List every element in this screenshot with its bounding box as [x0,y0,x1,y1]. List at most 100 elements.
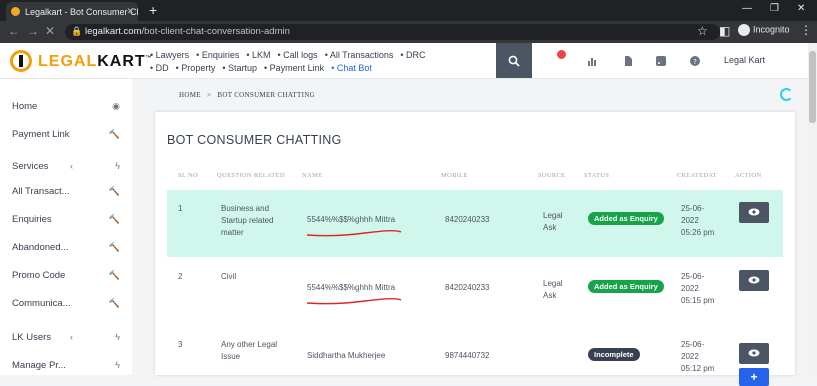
column-header-sl-no[interactable]: SL NO [178,172,198,179]
chevron-left-icon[interactable]: ‹ [70,161,73,171]
scrollbar-thumb[interactable] [809,51,816,123]
mobile-cell: 8420240233 [445,215,490,224]
bolt-icon: ϟ [115,332,120,342]
sidebar-item-promo-code[interactable]: Promo Code 🔨 [12,270,120,281]
side-panel-icon[interactable]: ◧ [719,24,730,38]
maximize-icon[interactable]: ❐ [770,3,779,14]
user-name[interactable]: Legal Kart [724,55,765,65]
status-badge: Added as Enquiry [588,280,664,293]
sidebar-item-lk-users[interactable]: LK Users ‹ ϟ [12,332,120,343]
sidebar-item-payment-link[interactable]: Payment Link 🔨 [12,129,120,140]
page-title: BOT CONSUMER CHATTING [167,133,342,147]
table-row: 2 Civil 5544%%$$%ghhh Mittra 8420240233 Lega… [167,258,783,325]
column-header-action[interactable]: ACTION [735,172,761,179]
file-icon[interactable] [623,56,633,66]
bolt-icon: ϟ [115,161,120,171]
nav-item-startup[interactable]: • Startup [222,63,257,73]
minimize-icon[interactable]: — [742,3,752,14]
eye-icon [748,276,760,284]
sidebar-item-communica[interactable]: Communica... 🔨 [12,298,120,309]
back-icon[interactable]: ← [8,24,20,38]
source-cell: Legal Ask [543,279,563,300]
sidebar-item-enquiries[interactable]: Enquiries 🔨 [12,214,120,225]
incognito-indicator[interactable]: Incognito [738,24,790,36]
question-cell: Civil [221,272,237,281]
notification-dot[interactable] [557,50,566,59]
chat-list-card: BOT CONSUMER CHATTING SL NO QUESTION RELA… [155,112,795,386]
sidebar-item-services[interactable]: Services ‹ ϟ [12,161,120,172]
page-scrollbar[interactable] [808,43,817,375]
gavel-icon: 🔨 [108,270,120,280]
view-button[interactable] [739,343,769,364]
sidebar-item-label: All Transact... [12,186,70,197]
red-underline-annotation [306,298,402,305]
breadcrumb-home[interactable]: HOME [179,91,201,99]
status-badge: Added as Enquiry [588,212,664,225]
created-at-cell: 25-06-2022 05:12 pm [681,340,715,373]
column-header-source[interactable]: SOURCE [538,172,565,179]
browser-tab-strip: Legalkart - Bot Consumer Chatting ✕ + — … [0,0,817,21]
name-cell: Siddhartha Mukherjee [307,351,386,360]
nav-item-enquiries[interactable]: • Enquiries [196,50,239,60]
forward-icon[interactable]: → [27,24,39,38]
nav-item-all-transactions[interactable]: • All Transactions [325,50,394,60]
gavel-icon: 🔨 [108,186,120,196]
logo-mark-icon [10,50,32,72]
bookmark-star-icon[interactable]: ☆ [697,24,708,38]
sidebar-item-abandoned[interactable]: Abandoned... 🔨 [12,242,120,253]
add-button[interactable]: + [739,368,769,386]
column-header-createdat[interactable]: CREATEDAT [677,172,717,179]
view-button[interactable] [739,202,769,223]
stop-loading-icon[interactable]: ✕ [45,24,55,38]
plus-icon: + [750,370,758,384]
sidebar-item-all-transact[interactable]: All Transact... 🔨 [12,186,120,197]
incognito-icon [738,24,750,36]
chart-icon[interactable] [587,56,597,66]
nav-item-payment-link[interactable]: • Payment Link [264,63,324,73]
column-header-status[interactable]: STATUS [584,172,609,179]
question-cell: Any other Legal Issue [221,340,278,361]
sidebar-item-label: Payment Link [12,129,70,140]
sl-no-cell: 1 [178,204,183,213]
nav-item-dd[interactable]: • DD [150,63,169,73]
search-button[interactable] [496,43,532,78]
column-header-name[interactable]: NAME [302,172,322,179]
gavel-icon: 🔨 [108,214,120,224]
lock-icon[interactable]: 🔒 [71,26,82,37]
new-tab-icon[interactable]: + [149,2,157,18]
close-tab-icon[interactable]: ✕ [126,6,134,17]
gavel-icon: 🔨 [108,242,120,252]
gavel-icon: 🔨 [108,129,120,139]
name-cell: 5544%%$$%ghhh Mittra [307,215,396,224]
red-underline-annotation [306,230,402,237]
name-cell: 5544%%$$%ghhh Mittra [307,283,396,292]
question-cell: Business and Startup related matter [221,204,274,237]
sidebar-item-label: Services [12,161,49,172]
window-close-icon[interactable]: ✕ [797,3,805,14]
browser-menu-icon[interactable]: ⋮ [800,23,812,37]
nav-item-call-logs[interactable]: • Call logs [278,50,318,60]
nav-item-drc[interactable]: • DRC [400,50,425,60]
url-input[interactable]: 🔒 legalkart.com/bot-client-chat-conversa… [65,24,720,40]
eye-icon [748,208,760,216]
nav-item-lkm[interactable]: • LKM [246,50,270,60]
nav-item-property[interactable]: • Property [176,63,216,73]
mobile-cell: 9874440732 [445,351,490,360]
logo-text: LEGALKART™ [38,53,153,70]
browser-tab[interactable]: Legalkart - Bot Consumer Chatting ✕ [6,2,138,21]
sidebar-item-label: Promo Code [12,270,66,281]
nav-item-chat-bot[interactable]: • Chat Bot [331,63,372,73]
column-header-question-related[interactable]: QUESTION RELATED [217,172,285,179]
url-path: /bot-client-chat-conversation-admin [141,26,290,37]
url-domain: legalkart.com [85,26,142,37]
help-icon[interactable]: ? [690,56,700,66]
svg-text:?: ? [693,58,697,66]
sidebar-item-home[interactable]: Home ◉ [12,101,120,112]
sidebar-item-manage-pr[interactable]: Manage Pr... ϟ [12,360,120,371]
view-button[interactable] [739,270,769,291]
column-header-mobile[interactable]: MOBILE [441,172,468,179]
nav-item-lawyers[interactable]: • Lawyers [150,50,189,60]
chevron-left-icon[interactable]: ‹ [70,332,73,342]
created-at-cell: 25-06-2022 05:26 pm [681,204,715,237]
rss-icon[interactable] [656,56,666,66]
